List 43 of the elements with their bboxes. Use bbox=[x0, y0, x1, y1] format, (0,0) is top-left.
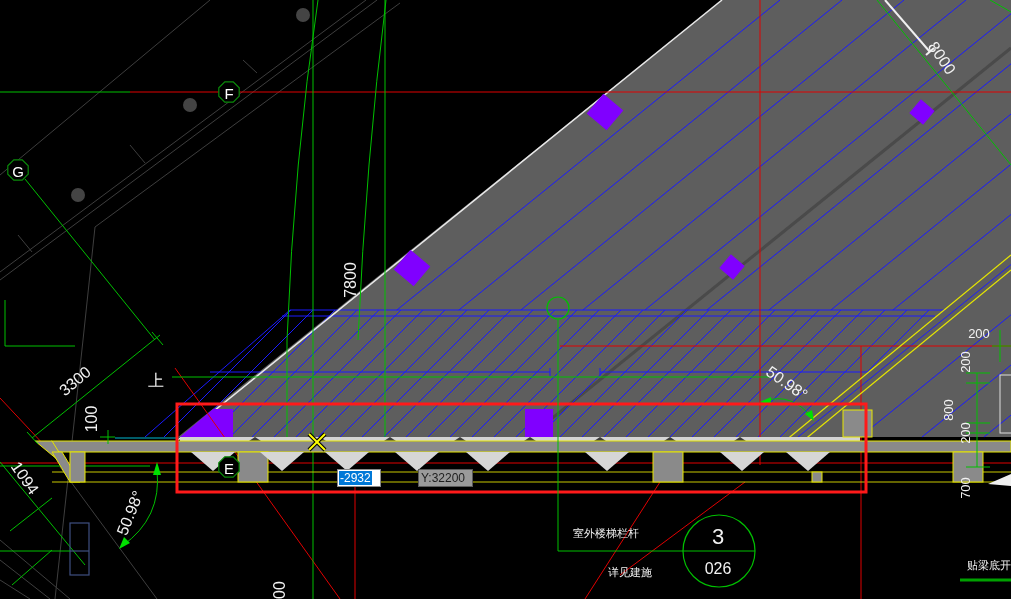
dimension-text: 800 bbox=[940, 399, 956, 421]
column-section bbox=[811, 471, 823, 483]
dimension-text: 200 bbox=[957, 422, 973, 444]
dimension-text: 100 bbox=[82, 405, 100, 433]
wall-opening bbox=[69, 522, 90, 576]
note-text: 室外楼梯栏杆 bbox=[573, 526, 639, 540]
rib-triangle bbox=[395, 452, 439, 471]
snap-marker-icon bbox=[307, 432, 327, 452]
column-section bbox=[69, 451, 86, 483]
column-marker bbox=[525, 409, 553, 437]
sheet-number: 026 bbox=[704, 559, 732, 577]
dimension-text: 200 bbox=[968, 325, 990, 341]
angle-arc bbox=[760, 397, 814, 421]
column-section bbox=[652, 451, 684, 483]
annotation-text: 上 bbox=[148, 371, 164, 389]
label-frame bbox=[999, 374, 1011, 434]
dimension-line bbox=[991, 329, 1011, 363]
rib-triangle bbox=[325, 452, 369, 471]
axis-bubble: F bbox=[218, 81, 240, 103]
coordinate-field[interactable]: Y:32200 bbox=[418, 469, 473, 487]
bolt-marker bbox=[71, 188, 85, 202]
detail-number: 3 bbox=[711, 523, 725, 549]
axis-bubble: E bbox=[218, 456, 240, 478]
dimension-text: 700 bbox=[957, 477, 973, 499]
rib-triangle bbox=[466, 452, 510, 471]
rib-triangle bbox=[260, 452, 304, 471]
bolt-marker bbox=[183, 98, 197, 112]
dimension-text: 7800 bbox=[341, 262, 359, 298]
underline-rule bbox=[960, 578, 1011, 582]
rib-triangle bbox=[786, 452, 830, 471]
dimension-text: 200 bbox=[957, 351, 973, 373]
coordinate-field[interactable]: -2932 bbox=[337, 469, 381, 487]
column-section bbox=[237, 451, 269, 483]
column-marker bbox=[180, 409, 233, 437]
dimension-text: 50.98° bbox=[113, 488, 147, 538]
rib-triangle bbox=[585, 452, 629, 471]
arrowhead-icon bbox=[988, 474, 1011, 486]
axis-bubble: G bbox=[7, 159, 29, 181]
rib-triangle bbox=[720, 452, 764, 471]
note-text: 贴梁底开 bbox=[967, 558, 1011, 572]
dimension-text: 00 bbox=[270, 581, 288, 599]
bolt-marker bbox=[296, 8, 310, 22]
construction-line bbox=[0, 550, 71, 552]
